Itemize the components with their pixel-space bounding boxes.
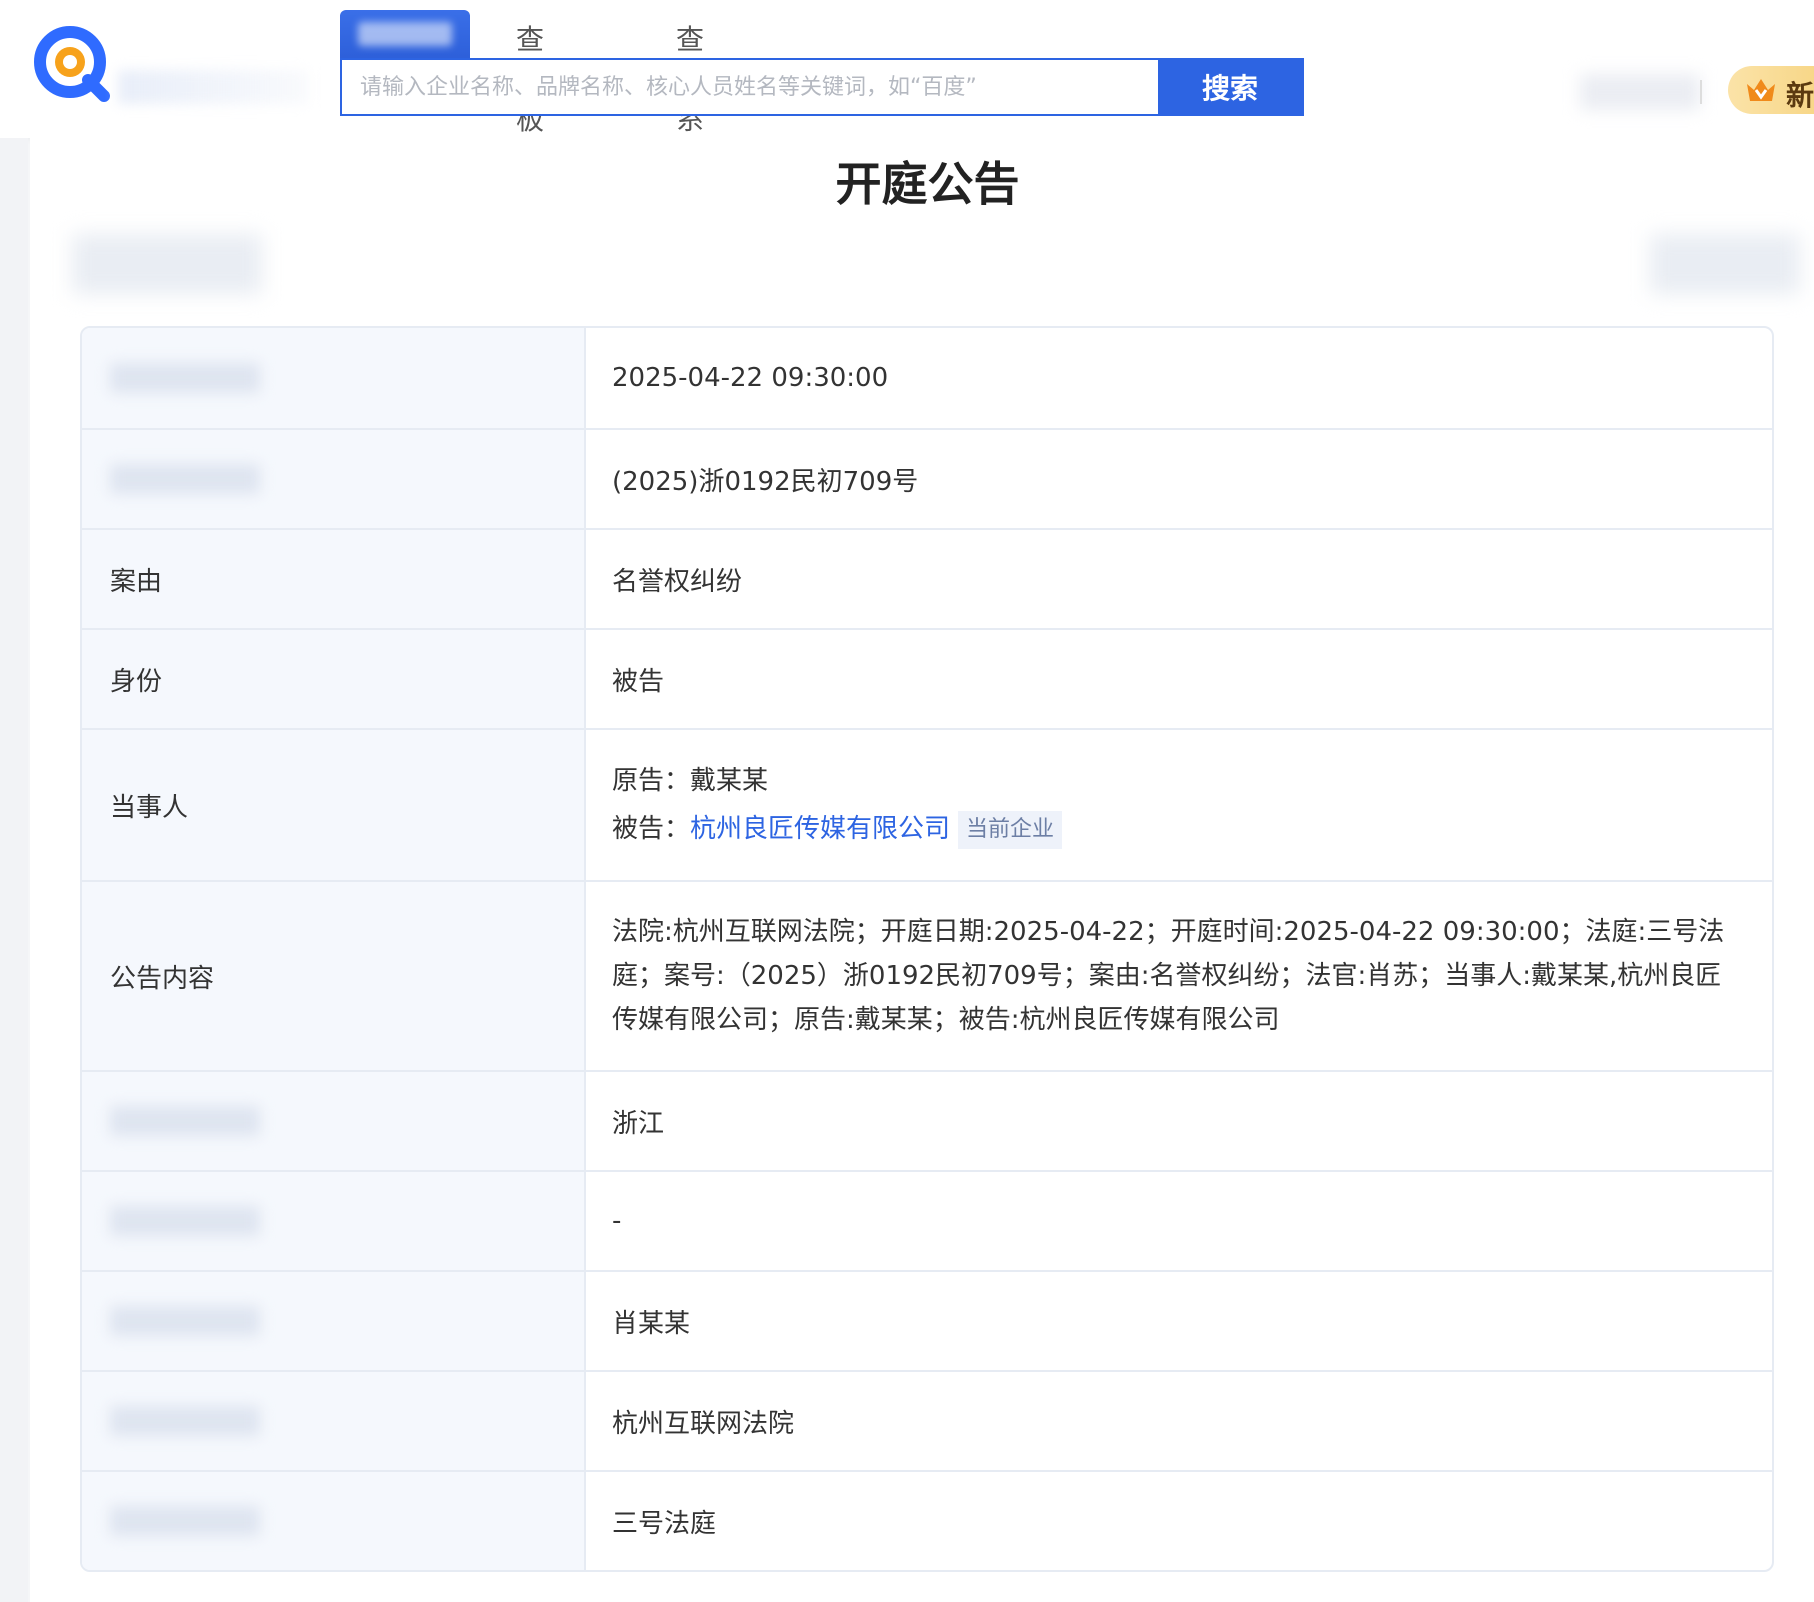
blurred-label	[110, 464, 260, 494]
table-row: 公告内容 法院:杭州互联网法院；开庭日期:2025-04-22；开庭时间:202…	[82, 880, 1772, 1070]
court-notice-table: 2025-04-22 09:30:00 (2025)浙0192民初709号 案由…	[80, 326, 1774, 1572]
identity-label: 身份	[82, 630, 586, 728]
empty-value: -	[612, 1206, 622, 1236]
table-row: 杭州互联网法院	[82, 1370, 1772, 1470]
table-row: 肖某某	[82, 1270, 1772, 1370]
table-row: (2025)浙0192民初709号	[82, 428, 1772, 528]
parties-value: 原告：戴某某 被告：杭州良匠传媒有限公司 当前企业	[586, 730, 1772, 880]
vip-label: 新	[1786, 79, 1814, 112]
blurred-tab-label	[358, 22, 452, 46]
top-navigation-bar: 查老板 查关系 搜索 新	[0, 0, 1814, 138]
table-row: 身份 被告	[82, 628, 1772, 728]
row-label-blurred	[82, 1272, 586, 1370]
main-content: 开庭公告 2025-04-22 09:30:00 (2025)浙0192民初70…	[30, 138, 1814, 1602]
blurred-label	[110, 1306, 260, 1336]
row-label-blurred	[82, 328, 586, 428]
hearing-datetime-value: 2025-04-22 09:30:00	[612, 363, 889, 393]
row-label-blurred	[82, 1372, 586, 1470]
row-label-blurred	[82, 430, 586, 528]
row-label-blurred	[82, 1072, 586, 1170]
header-divider	[1700, 80, 1702, 104]
court-value: 杭州互联网法院	[612, 1408, 795, 1439]
table-row: 三号法庭	[82, 1470, 1772, 1570]
parties-label: 当事人	[82, 730, 586, 880]
province-value: 浙江	[612, 1108, 665, 1139]
crown-icon	[1747, 79, 1775, 101]
defendant-prefix: 被告：	[612, 814, 691, 844]
search-input[interactable]	[342, 60, 1158, 114]
search-box: 搜索	[340, 58, 1304, 116]
blurred-brand-text	[118, 70, 308, 104]
row-label-blurred	[82, 1472, 586, 1570]
notice-content-cell: 法院:杭州互联网法院；开庭日期:2025-04-22；开庭时间:2025-04-…	[586, 882, 1772, 1070]
table-row: -	[82, 1170, 1772, 1270]
logo-search-icon[interactable]	[30, 22, 118, 110]
defendant-line: 被告：杭州良匠传媒有限公司 当前企业	[612, 805, 1063, 853]
current-company-badge: 当前企业	[958, 810, 1063, 849]
plaintiff-line: 原告：戴某某	[612, 757, 1062, 805]
blurred-right-info	[1650, 234, 1800, 294]
plaintiff-name: 戴某某	[690, 766, 769, 796]
table-row: 案由 名誉权纠纷	[82, 528, 1772, 628]
courtroom-value: 三号法庭	[612, 1508, 717, 1539]
tab-active-blurred[interactable]	[340, 10, 470, 60]
table-row: 当事人 原告：戴某某 被告：杭州良匠传媒有限公司 当前企业	[82, 728, 1772, 880]
case-reason-value: 名誉权纠纷	[612, 566, 743, 597]
blurred-left-info	[72, 234, 262, 294]
page-title: 开庭公告	[835, 157, 1020, 211]
blurred-label	[110, 1106, 260, 1136]
table-row: 浙江	[82, 1070, 1772, 1170]
vip-badge[interactable]: 新	[1728, 66, 1814, 114]
blurred-label	[110, 363, 260, 393]
case-number-value: (2025)浙0192民初709号	[612, 466, 919, 497]
blurred-label	[110, 1206, 260, 1236]
search-button[interactable]: 搜索	[1158, 58, 1302, 116]
notice-content-value: 法院:杭州互联网法院；开庭日期:2025-04-22；开庭时间:2025-04-…	[612, 917, 1725, 1035]
blurred-header-item	[1580, 74, 1700, 110]
identity-value: 被告	[612, 666, 665, 697]
table-row: 2025-04-22 09:30:00	[82, 328, 1772, 428]
plaintiff-prefix: 原告：	[612, 766, 691, 796]
blurred-label	[110, 1406, 260, 1436]
defendant-company-link[interactable]: 杭州良匠传媒有限公司	[690, 814, 950, 844]
judge-value: 肖某某	[612, 1308, 691, 1339]
blurred-label	[110, 1506, 260, 1536]
notice-content-label: 公告内容	[82, 882, 586, 1070]
left-gutter	[0, 138, 28, 1602]
row-label-blurred	[82, 1172, 586, 1270]
case-reason-label: 案由	[82, 530, 586, 628]
